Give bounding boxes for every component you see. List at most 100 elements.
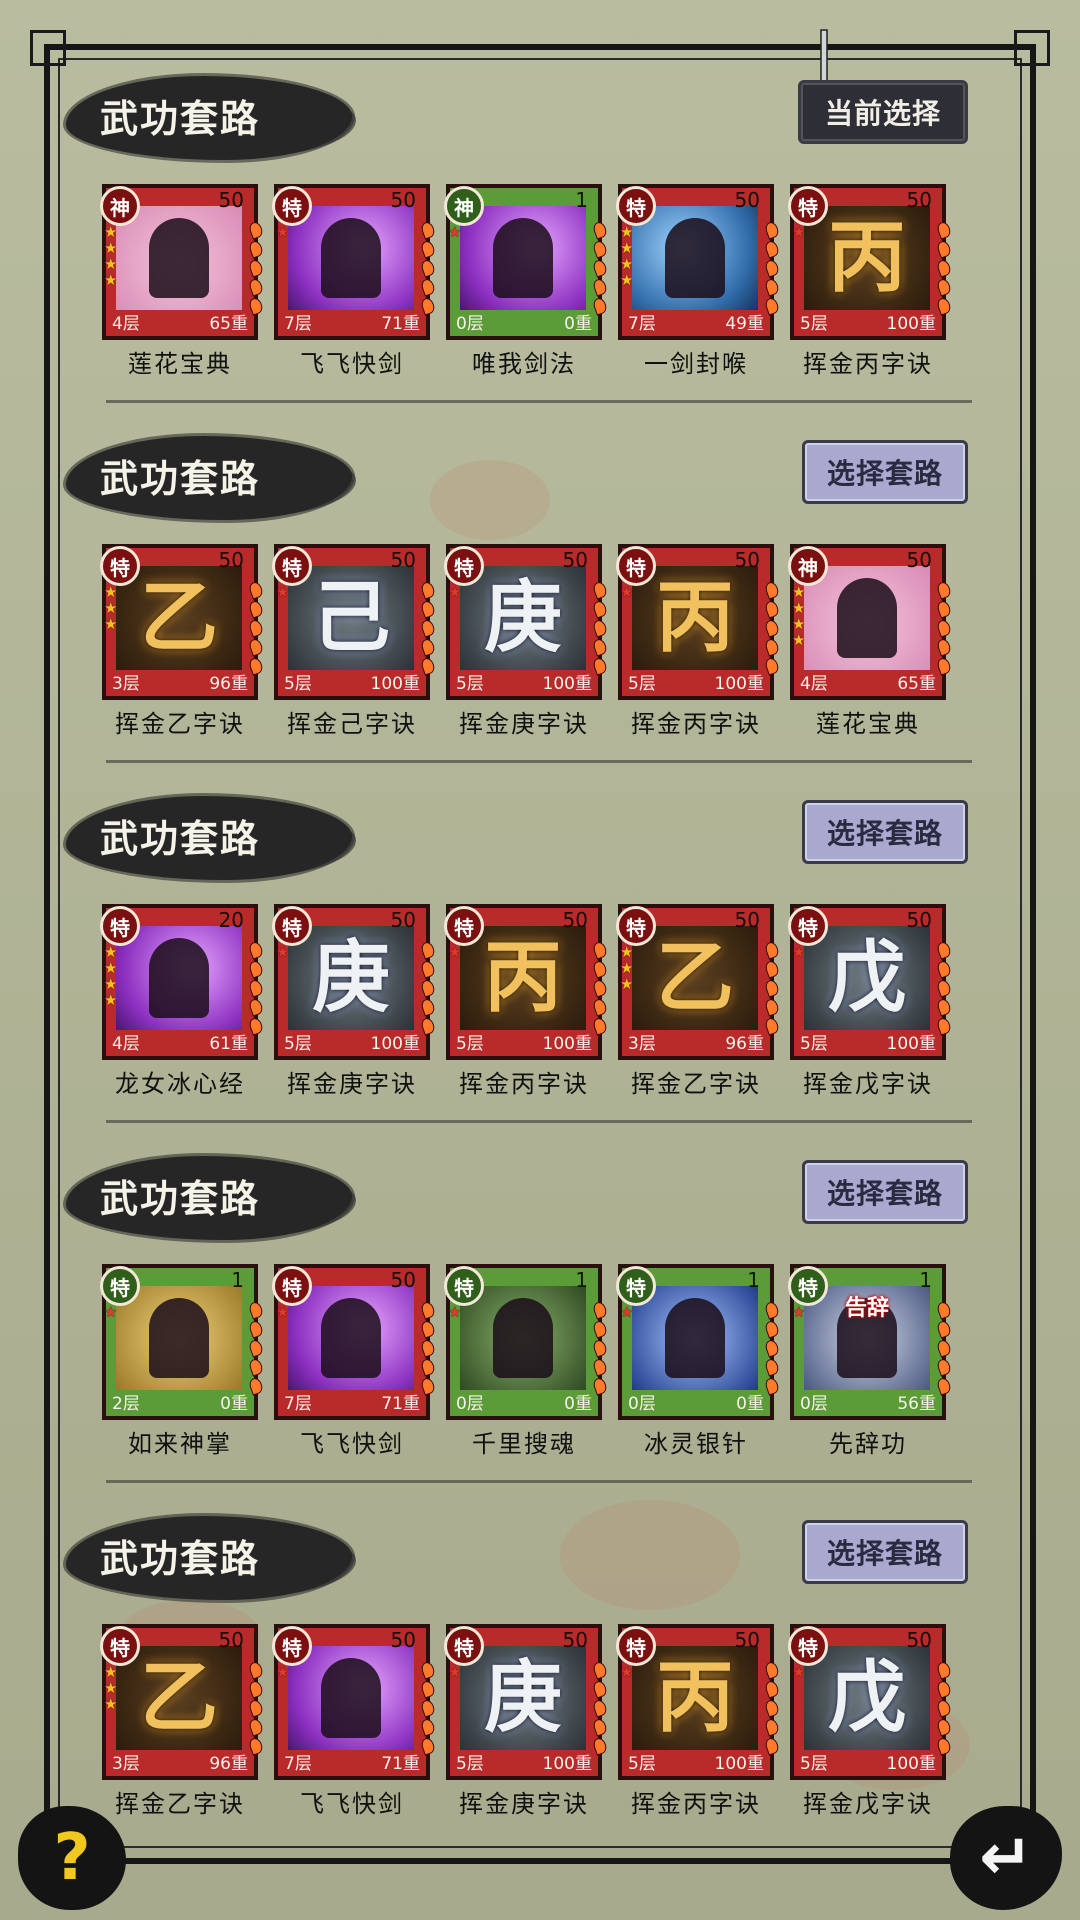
flame-icon [591,1376,609,1396]
star-rating: ★ [276,1664,292,1680]
flame-icon [247,978,265,998]
skill-card[interactable]: 戊特 50 ★ 5层 100重 挥金戊字诀 [788,894,953,1104]
star-icon: ★ [620,1303,634,1321]
skill-card[interactable]: 特 50 ★ 7层 71重飞飞快剑 [272,174,437,384]
flame-icon [763,258,781,278]
flame-icons [247,940,265,1037]
skill-card[interactable]: 特 20 ★ ★ ★ ★ 4层 61重 龙女冰心经 [100,894,265,1104]
star-rating: ★ [620,584,636,600]
skill-card[interactable]: 特 50 ★ 7层 71重 飞飞快剑 [272,1614,437,1824]
skill-silhouette-icon [837,578,897,658]
skill-card-row: 乙特 50 ★ ★ ★ 3层 96重 挥金乙字诀己特 50 ★ 5层 100重 挥金己字诀庚特 50 ★ 5层… [100,534,1000,754]
skill-art [116,1286,242,1390]
star-icon: ★ [792,223,806,241]
skill-card-frame: 神 1 ★ 0层 0重 [444,184,609,340]
section-title: 武功套路 [100,1176,261,1221]
star-icon: ★ [792,943,806,961]
flame-icons [591,580,609,677]
skill-card-frame: 庚特 50 ★ 5层 100重 [444,1624,609,1780]
skill-card[interactable]: 丙特 50 ★ 5层 100重 挥金丙字诀 [616,534,781,744]
skill-weight: 100重 [542,1034,592,1054]
current-selection-button[interactable]: 当前选择 [798,80,968,144]
flame-icon [935,618,953,638]
skill-card[interactable]: 特 1 ★ 2层 0重 如来神掌 [100,1254,265,1464]
skill-card-frame: 特 50 ★ 7层 71重 [272,184,437,340]
skill-art: 庚 [460,566,586,670]
skill-card[interactable]: 特 50 ★ ★ ★ ★ 7层 49重 一剑封喉 [616,174,781,384]
flame-icon [763,1679,781,1699]
skill-card[interactable]: 庚特 50 ★ 5层 100重 挥金庚字诀 [444,534,609,744]
flame-icon [935,1736,953,1756]
flame-icon [247,296,265,316]
skill-card[interactable]: 乙特 50 ★ ★ ★ 3层 96重 挥金乙字诀 [616,894,781,1104]
skill-name: 飞飞快剑 [300,350,404,378]
flame-icon [763,940,781,960]
skill-card[interactable]: 戊特 50 ★ 5层 100重 挥金戊字诀 [788,1614,953,1824]
flame-icon [935,580,953,600]
skill-art: 庚 [288,926,414,1030]
skill-card[interactable]: 神 50 ★ ★ ★ ★ 4层 65重 莲花宝典 [788,534,953,744]
flame-icon [935,1016,953,1036]
rarity-badge: 特 [444,546,484,586]
skill-silhouette-icon [665,1298,725,1378]
skill-name: 唯我剑法 [472,350,576,378]
skill-card[interactable]: 丙特 50 ★ 5层 100重 挥金丙字诀 [788,174,953,384]
skill-card[interactable]: 丙特 50 ★ 5层 100重 挥金丙字诀 [616,1614,781,1824]
star-icon: ★ [792,615,806,633]
flame-icon [419,656,437,676]
flame-icon [763,1736,781,1756]
skill-set-section: 武功套路 选择套路特 20 ★ ★ ★ ★ 4层 61重 龙女冰心经庚特 50 ★ 5层 100重 挥金庚字… [60,786,1020,1146]
skill-card[interactable]: 神 1 ★ 0层 0重唯我剑法 [444,174,609,384]
help-button[interactable]: ? [18,1806,126,1910]
select-set-button[interactable]: 选择套路 [802,440,968,504]
star-icon: ★ [104,1303,118,1321]
skill-layers: 5层 [800,314,828,334]
select-set-button[interactable]: 选择套路 [802,1520,968,1584]
corner-ornament-tl [30,30,66,66]
skill-card[interactable]: 丙特 50 ★ 5层 100重 挥金丙字诀 [444,894,609,1104]
skill-card[interactable]: 庚特 50 ★ 5层 100重 挥金庚字诀 [272,894,437,1104]
skill-layers: 4层 [112,1034,140,1054]
section-title: 武功套路 [100,456,261,501]
star-rating: ★ ★ ★ [620,944,636,992]
flame-icon [591,258,609,278]
star-icon: ★ [104,991,118,1009]
star-icon: ★ [104,271,118,289]
skill-name: 挥金乙字诀 [631,1070,761,1098]
flame-icons [935,1300,953,1397]
skill-card[interactable]: 神 50 ★ ★ ★ ★ 4层 65重 莲花宝典 [100,174,265,384]
flame-icons [763,1660,781,1757]
skill-card-frame: 乙特 50 ★ ★ ★ 3层 96重 [100,1624,265,1780]
select-set-button[interactable]: 选择套路 [802,1160,968,1224]
skill-weight: 49重 [725,314,764,334]
skill-card[interactable]: 特 1 ★ 0层 0重 千里搜魂 [444,1254,609,1464]
flame-icon [419,1679,437,1699]
rarity-badge: 特 [788,186,828,226]
skill-card[interactable]: 告辞特 1 ★ 0层 56重 先辞功 [788,1254,953,1464]
skill-card[interactable]: 乙特 50 ★ ★ ★ 3层 96重 挥金乙字诀 [100,534,265,744]
flame-icon [591,1319,609,1339]
skill-layers: 7层 [628,314,656,334]
skill-weight: 100重 [886,314,936,334]
star-rating: ★ [792,944,808,960]
skill-card[interactable]: 己特 50 ★ 5层 100重 挥金己字诀 [272,534,437,744]
flame-icon [763,1319,781,1339]
skill-weight: 100重 [370,674,420,694]
skill-card[interactable]: 特 1 ★ 0层 0重 冰灵银针 [616,1254,781,1464]
skill-card[interactable]: 庚特 50 ★ 5层 100重 挥金庚字诀 [444,1614,609,1824]
skill-level: 50 [390,908,416,932]
skill-layers: 5层 [284,1034,312,1054]
select-set-button[interactable]: 选择套路 [802,800,968,864]
skill-set-section: 武功套路 选择套路乙特 50 ★ ★ ★ 3层 96重 挥金乙字诀特 50 ★ 7层 71重 飞飞快剑庚特… [60,1506,1020,1866]
skill-art: 丙 [804,206,930,310]
skill-card[interactable]: 乙特 50 ★ ★ ★ 3层 96重 挥金乙字诀 [100,1614,265,1824]
skill-level: 50 [390,188,416,212]
skill-card[interactable]: 特 50 ★ 7层 71重 飞飞快剑 [272,1254,437,1464]
rarity-badge: 特 [100,1626,140,1666]
star-rating: ★ [276,944,292,960]
star-icon: ★ [448,943,462,961]
skill-level: 50 [390,548,416,572]
skill-layers: 5层 [456,674,484,694]
skill-weight: 71重 [381,314,420,334]
flame-icon [591,637,609,657]
